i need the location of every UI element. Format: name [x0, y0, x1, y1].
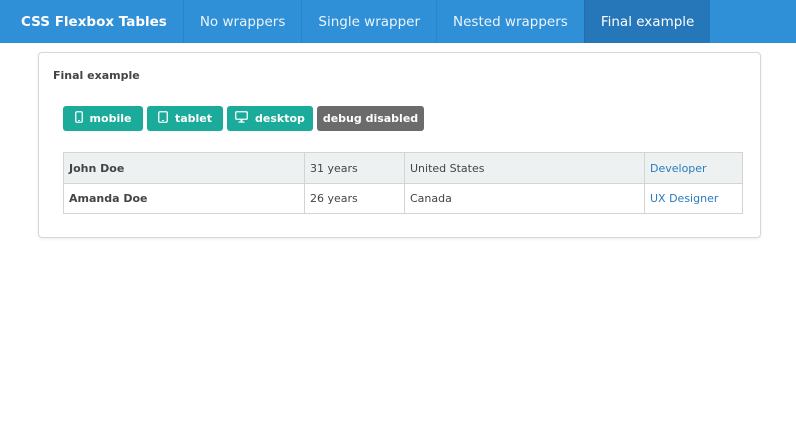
nav-final-example[interactable]: Final example	[583, 0, 711, 43]
brand-link[interactable]: CSS Flexbox Tables	[0, 0, 183, 43]
tablet-button-label: tablet	[174, 112, 213, 125]
desktop-button[interactable]: desktop	[227, 106, 313, 131]
people-table: John Doe 31 years United States Develope…	[63, 152, 743, 214]
country-cell: United States	[404, 153, 644, 183]
role-cell: UX Designer	[644, 184, 742, 213]
debug-toggle-button[interactable]: debug disabled	[317, 106, 424, 131]
role-cell: Developer	[644, 153, 742, 183]
name-cell: John Doe	[69, 161, 125, 175]
table-row: John Doe 31 years United States Develope…	[64, 153, 742, 183]
nav-nested-wrappers[interactable]: Nested wrappers	[436, 0, 584, 43]
view-toggle-group: mobile tablet desktop debug disabled	[63, 106, 424, 131]
nav-single-wrapper[interactable]: Single wrapper	[301, 0, 436, 43]
table-row: Amanda Doe 26 years Canada UX Designer	[64, 183, 742, 213]
tablet-button[interactable]: tablet	[147, 106, 223, 131]
role-link[interactable]: Developer	[650, 162, 707, 175]
role-link[interactable]: UX Designer	[650, 192, 718, 205]
nav-no-wrappers[interactable]: No wrappers	[182, 0, 302, 43]
final-example-panel: Final example mobile tablet desktop debu…	[38, 52, 761, 238]
tablet-icon	[158, 111, 175, 126]
age-cell: 26 years	[304, 184, 404, 213]
panel-title: Final example	[53, 69, 140, 82]
country-cell: Canada	[404, 184, 644, 213]
mobile-button[interactable]: mobile	[63, 106, 143, 131]
top-navbar: CSS Flexbox Tables No wrappers Single wr…	[0, 0, 796, 43]
name-cell: Amanda Doe	[69, 192, 148, 205]
mobile-button-label: mobile	[89, 112, 132, 125]
debug-button-label: debug disabled	[322, 112, 419, 125]
desktop-button-label: desktop	[255, 112, 305, 125]
age-cell: 31 years	[304, 153, 404, 183]
desktop-icon	[235, 111, 255, 126]
mobile-icon	[74, 111, 90, 126]
